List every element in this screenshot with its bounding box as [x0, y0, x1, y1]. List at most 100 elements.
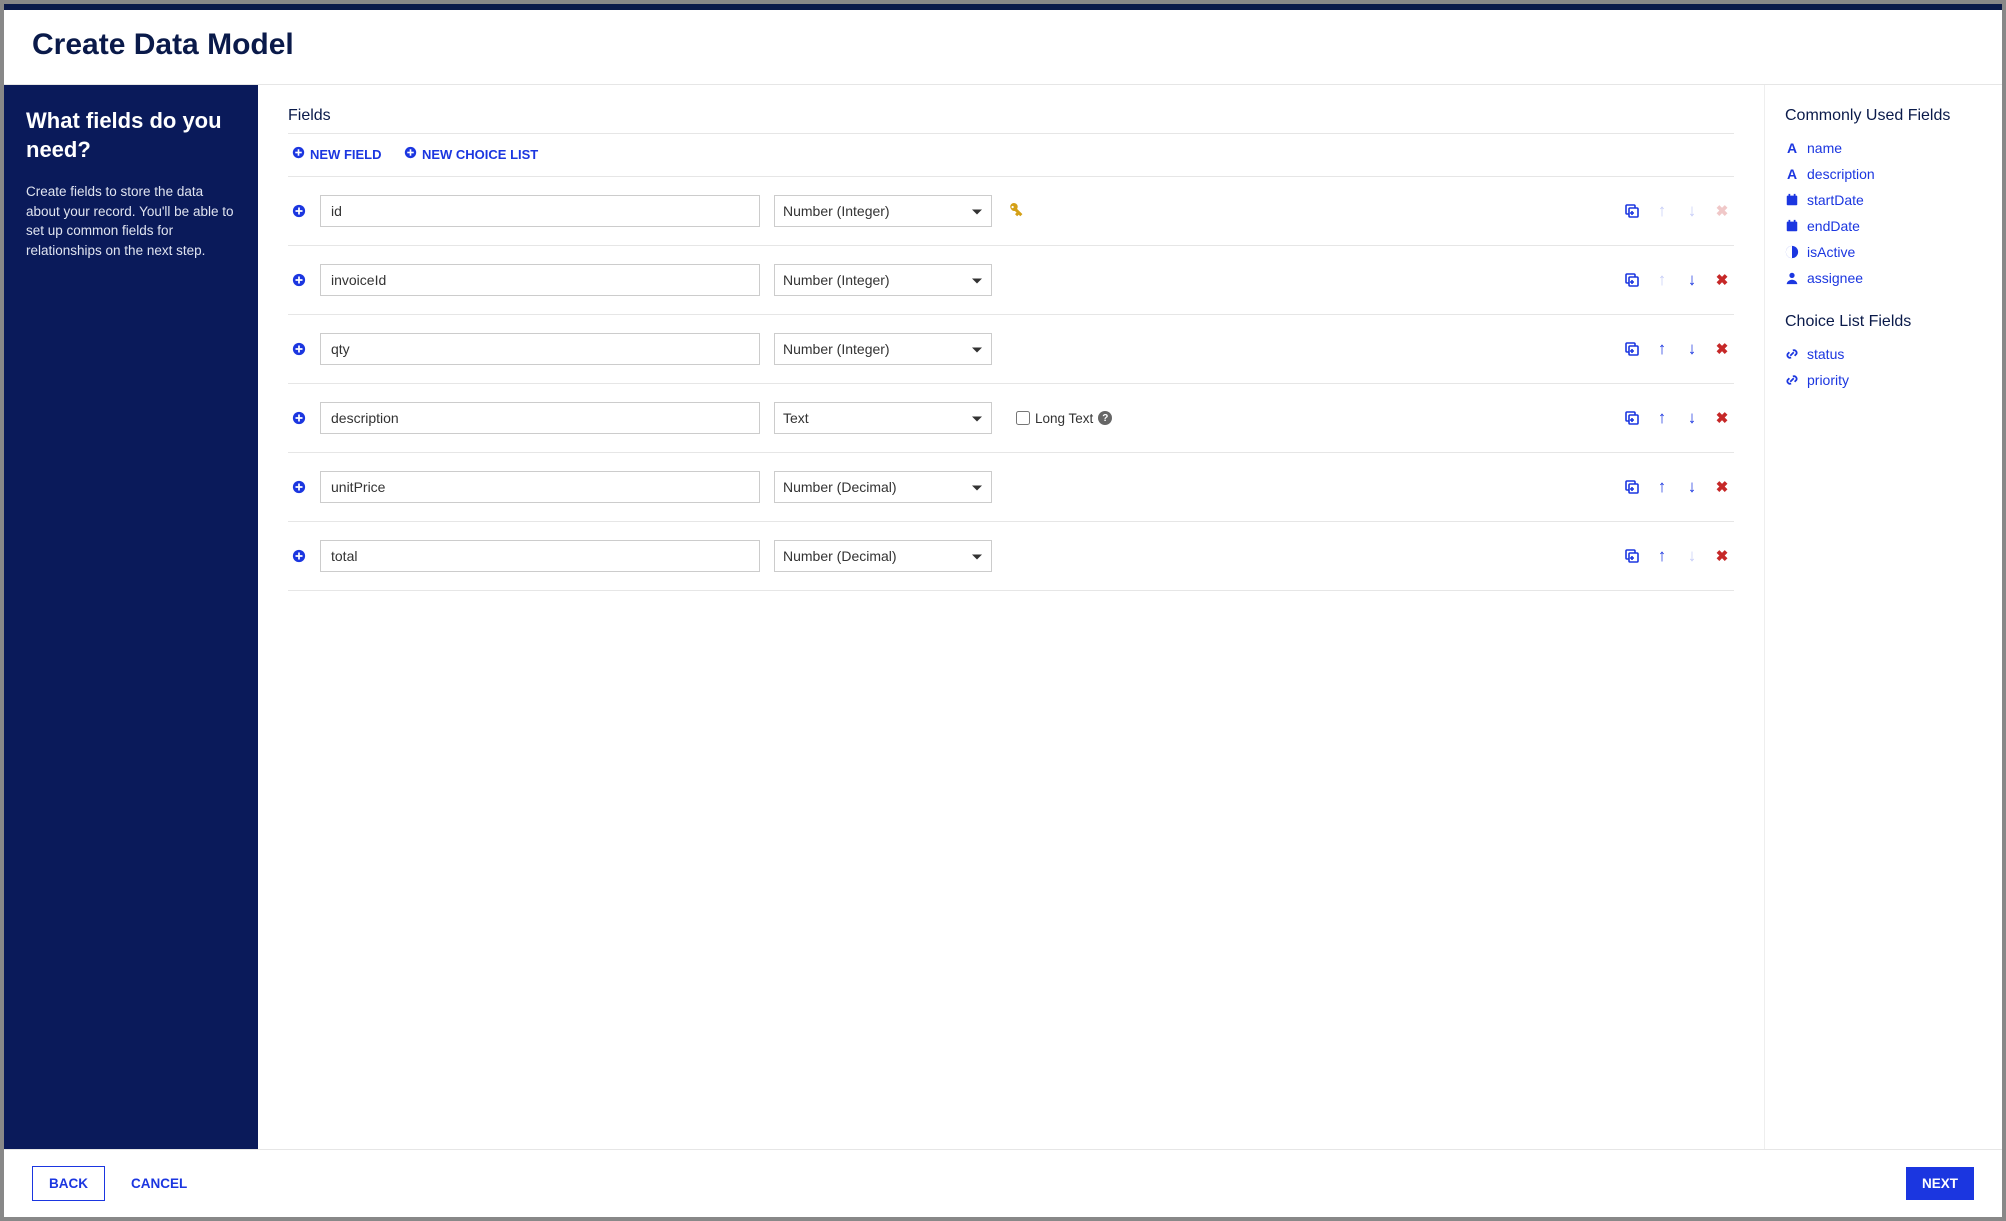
field-type-select[interactable]: Number (Integer) [774, 264, 992, 296]
long-text-checkbox[interactable] [1016, 411, 1030, 425]
remove-icon[interactable]: ✖ [1714, 548, 1730, 564]
move-down-icon[interactable]: ↓ [1684, 479, 1700, 495]
expand-icon[interactable] [292, 342, 306, 356]
move-down-icon[interactable]: ↓ [1684, 341, 1700, 357]
calendar-icon [1785, 193, 1799, 207]
new-field-button[interactable]: NEW FIELD [292, 146, 382, 162]
move-up-icon[interactable]: ↑ [1654, 341, 1670, 357]
common-field-item[interactable]: endDate [1785, 213, 1982, 239]
preset-label: assignee [1807, 270, 1863, 286]
field-row: Number (Decimal) ↑ ↓ ✖ [288, 453, 1734, 522]
move-down-icon: ↓ [1684, 203, 1700, 219]
preset-label: isActive [1807, 244, 1855, 260]
remove-icon[interactable]: ✖ [1714, 410, 1730, 426]
fields-panel: Fields NEW FIELD NEW CHOICE LIST Number … [258, 85, 1764, 1149]
preset-fields-sidebar: Commonly Used Fields AnameAdescriptionst… [1764, 85, 2002, 1149]
new-choice-list-button[interactable]: NEW CHOICE LIST [404, 146, 538, 162]
back-button[interactable]: BACK [32, 1166, 105, 1201]
field-name-input[interactable] [320, 264, 760, 296]
field-type-select[interactable]: Number (Integer) [774, 333, 992, 365]
primary-key-icon [1002, 198, 1027, 223]
duplicate-icon[interactable] [1624, 479, 1640, 495]
move-up-icon[interactable]: ↑ [1654, 410, 1670, 426]
help-question: What fields do you need? [26, 107, 236, 164]
expand-icon[interactable] [292, 204, 306, 218]
field-name-input[interactable] [320, 471, 760, 503]
field-row: Number (Integer) ↑ ↓ ✖ [288, 177, 1734, 246]
common-fields-heading: Commonly Used Fields [1785, 107, 1982, 125]
row-actions: ↑ ↓ ✖ [1624, 410, 1730, 426]
field-type-select[interactable]: Text [774, 402, 992, 434]
field-name-input[interactable] [320, 195, 760, 227]
dialog-title: Create Data Model [32, 28, 1974, 62]
help-sidebar: What fields do you need? Create fields t… [4, 85, 258, 1149]
move-up-icon[interactable]: ↑ [1654, 479, 1670, 495]
common-field-item[interactable]: startDate [1785, 187, 1982, 213]
field-name-input[interactable] [320, 540, 760, 572]
duplicate-icon[interactable] [1624, 203, 1640, 219]
long-text-label: Long Text [1035, 411, 1093, 426]
row-actions: ↑ ↓ ✖ [1624, 341, 1730, 357]
duplicate-icon[interactable] [1624, 548, 1640, 564]
dialog-header: Create Data Model [4, 10, 2002, 85]
duplicate-icon[interactable] [1624, 272, 1640, 288]
field-row: Text Long Text? ↑ ↓ ✖ [288, 384, 1734, 453]
link-icon [1785, 373, 1799, 387]
field-row: Number (Integer)↑↓✖ [288, 246, 1734, 315]
duplicate-icon[interactable] [1624, 410, 1640, 426]
preset-label: priority [1807, 372, 1849, 388]
boolean-icon [1785, 245, 1799, 259]
choice-field-item[interactable]: priority [1785, 367, 1982, 393]
new-field-label: NEW FIELD [310, 147, 382, 162]
field-name-input[interactable] [320, 333, 760, 365]
common-field-item[interactable]: Aname [1785, 135, 1982, 161]
choice-fields-heading: Choice List Fields [1785, 313, 1982, 331]
expand-icon[interactable] [292, 480, 306, 494]
field-type-select[interactable]: Number (Integer) [774, 195, 992, 227]
move-down-icon[interactable]: ↓ [1684, 410, 1700, 426]
fields-action-bar: NEW FIELD NEW CHOICE LIST [288, 133, 1734, 177]
preset-label: endDate [1807, 218, 1860, 234]
move-up-icon: ↑ [1654, 203, 1670, 219]
expand-icon[interactable] [292, 549, 306, 563]
common-field-item[interactable]: assignee [1785, 265, 1982, 291]
plus-icon [292, 146, 305, 162]
remove-icon[interactable]: ✖ [1714, 479, 1730, 495]
move-up-icon[interactable]: ↑ [1654, 548, 1670, 564]
help-text: Create fields to store the data about yo… [26, 182, 236, 260]
expand-icon[interactable] [292, 411, 306, 425]
preset-label: startDate [1807, 192, 1864, 208]
field-type-select[interactable]: Number (Decimal) [774, 471, 992, 503]
cancel-button[interactable]: CANCEL [115, 1167, 203, 1200]
remove-icon[interactable]: ✖ [1714, 272, 1730, 288]
text-icon: A [1785, 167, 1799, 181]
field-row: Number (Decimal) ↑↓✖ [288, 522, 1734, 591]
expand-icon[interactable] [292, 273, 306, 287]
text-icon: A [1785, 141, 1799, 155]
preset-label: status [1807, 346, 1844, 362]
row-actions: ↑↓✖ [1624, 548, 1730, 564]
row-actions: ↑↓✖ [1624, 272, 1730, 288]
common-field-item[interactable]: Adescription [1785, 161, 1982, 187]
duplicate-icon[interactable] [1624, 341, 1640, 357]
field-name-input[interactable] [320, 402, 760, 434]
field-type-select[interactable]: Number (Decimal) [774, 540, 992, 572]
create-data-model-dialog: Create Data Model What fields do you nee… [4, 4, 2002, 1217]
help-icon[interactable]: ? [1098, 411, 1112, 425]
plus-icon [404, 146, 417, 162]
choice-field-item[interactable]: status [1785, 341, 1982, 367]
new-choice-list-label: NEW CHOICE LIST [422, 147, 538, 162]
preset-label: description [1807, 166, 1875, 182]
dialog-footer: BACK CANCEL NEXT [4, 1149, 2002, 1217]
fields-heading: Fields [288, 107, 1734, 125]
field-row: Number (Integer) ↑ ↓ ✖ [288, 315, 1734, 384]
remove-icon[interactable]: ✖ [1714, 341, 1730, 357]
remove-icon: ✖ [1714, 203, 1730, 219]
long-text-option[interactable]: Long Text? [1016, 411, 1112, 426]
move-down-icon[interactable]: ↓ [1684, 272, 1700, 288]
common-field-item[interactable]: isActive [1785, 239, 1982, 265]
calendar-icon [1785, 219, 1799, 233]
next-button[interactable]: NEXT [1906, 1167, 1974, 1200]
link-icon [1785, 347, 1799, 361]
fields-list: Number (Integer)↑↓✖Number (Integer)↑↓✖Nu… [288, 177, 1734, 591]
